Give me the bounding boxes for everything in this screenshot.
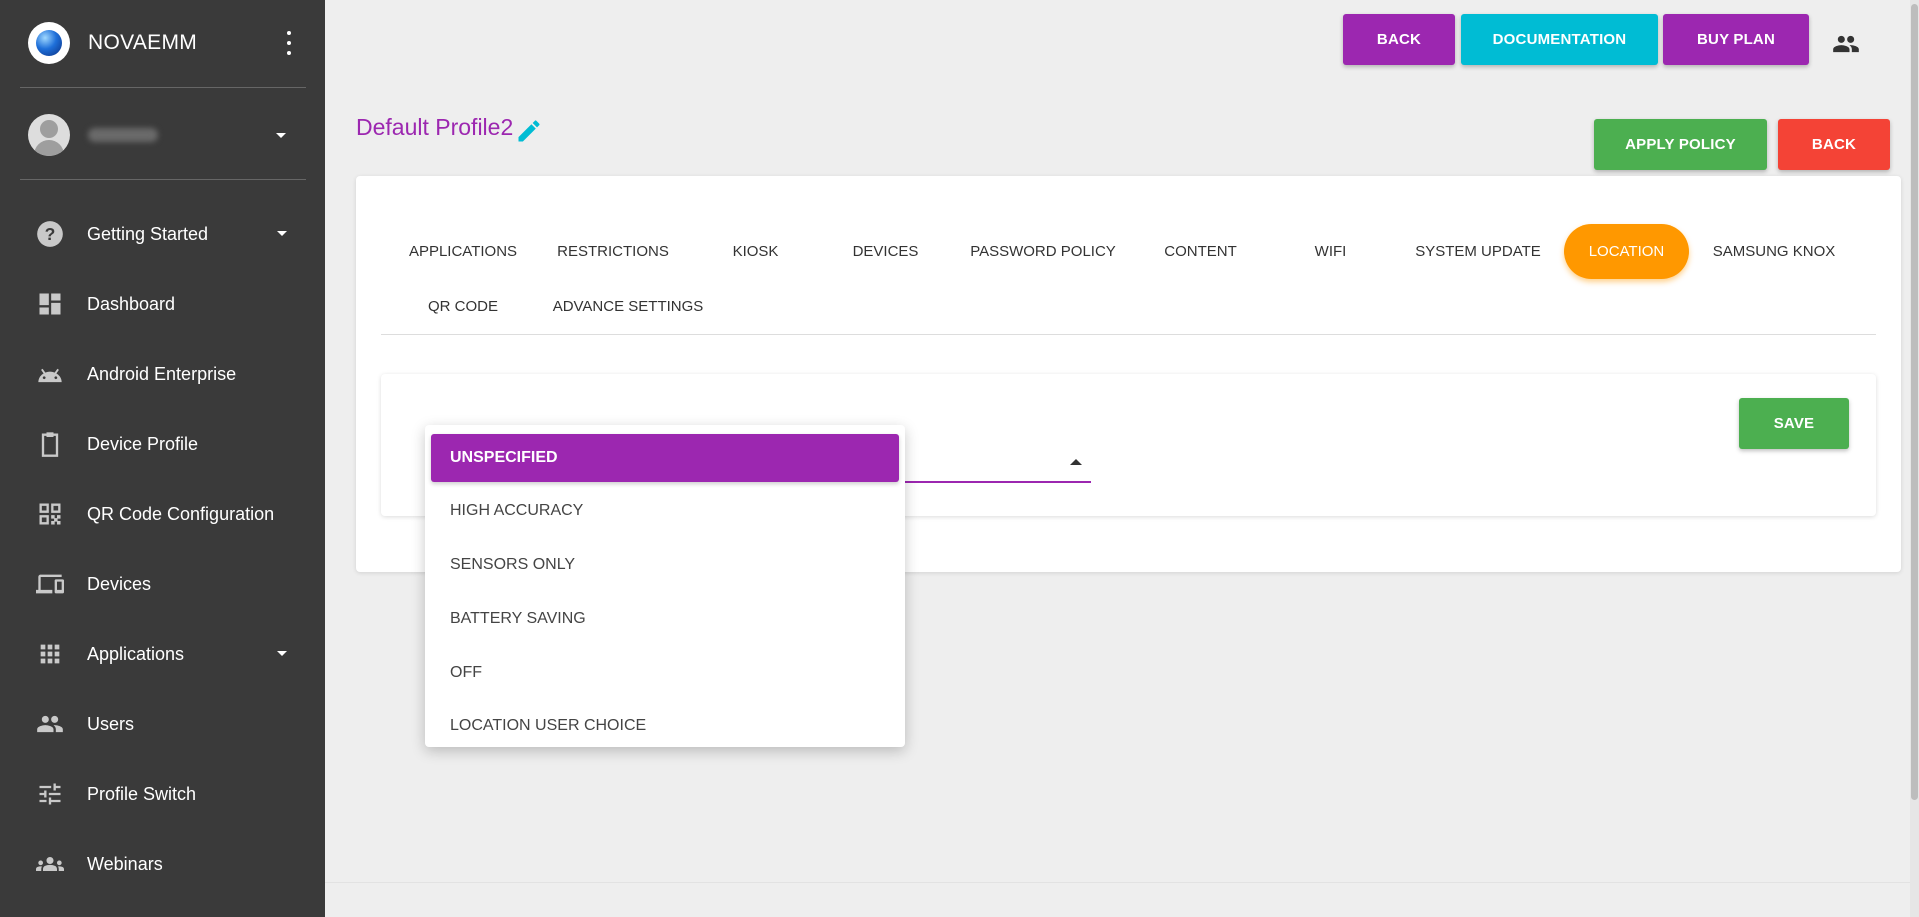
top-back-button[interactable]: BACK (1343, 14, 1455, 65)
sidebar-item-devices[interactable]: Devices (0, 549, 325, 619)
qr-code-icon (39, 503, 61, 525)
svg-text:?: ? (45, 224, 56, 244)
brand-name: NOVAEMM (88, 31, 198, 54)
tab-wifi[interactable]: WIFI (1268, 224, 1393, 279)
tabs-divider (381, 334, 1876, 335)
sidebar-item-label: Applications (87, 643, 185, 664)
sidebar-item-webinars[interactable]: Webinars (0, 829, 325, 899)
tab-samsung-knox[interactable]: SAMSUNG KNOX (1694, 224, 1854, 279)
brand: NOVAEMM (28, 20, 306, 66)
page-title: Default Profile2 (356, 114, 514, 140)
tab-applications[interactable]: APPLICATIONS (393, 224, 533, 279)
sidebar-item-label: Android Enterprise (87, 363, 237, 384)
sidebar-item-qr-code-configuration[interactable]: QR Code Configuration (0, 479, 325, 549)
location-mode-dropdown: UNSPECIFIED HIGH ACCURACY SENSORS ONLY B… (425, 425, 905, 747)
location-select-underline (905, 481, 1091, 483)
sidebar-item-label: Webinars (87, 853, 163, 874)
tab-content[interactable]: CONTENT (1138, 224, 1263, 279)
sidebar-item-label: QR Code Configuration (87, 503, 275, 524)
sidebar-item-profile-switch[interactable]: Profile Switch (0, 759, 325, 829)
documentation-button[interactable]: DOCUMENTATION (1461, 14, 1658, 65)
tab-password-policy[interactable]: PASSWORD POLICY (953, 224, 1133, 279)
sidebar-item-label: Getting Started (87, 223, 209, 244)
sidebar-item-label: Users (87, 713, 135, 734)
footer-divider (325, 882, 1910, 883)
brand-logo-icon (28, 22, 70, 64)
android-icon (38, 368, 62, 383)
sidebar-item-label: Devices (87, 573, 152, 594)
option-high-accuracy[interactable]: HIGH ACCURACY (425, 487, 905, 535)
apply-policy-button[interactable]: APPLY POLICY (1594, 119, 1767, 170)
edit-pencil-icon[interactable] (515, 117, 543, 145)
option-sensors-only[interactable]: SENSORS ONLY (425, 541, 905, 589)
sidebar-item-device-profile[interactable]: Device Profile (0, 409, 325, 479)
option-location-user-choice[interactable]: LOCATION USER CHOICE (425, 702, 905, 750)
tab-devices[interactable]: DEVICES (823, 224, 948, 279)
apps-grid-icon (40, 644, 60, 664)
tab-qr-code[interactable]: QR CODE (393, 279, 533, 334)
buy-plan-button[interactable]: BUY PLAN (1663, 14, 1809, 65)
tab-advance-settings[interactable]: ADVANCE SETTINGS (538, 279, 718, 334)
sidebar-item-label: Profile Switch (87, 783, 197, 804)
sidebar-nav: ? Getting Started Dashboard Android Enterpr… (0, 199, 325, 899)
help-circle-icon: ? (37, 221, 63, 247)
user-name-blurred (88, 128, 158, 142)
tab-kiosk[interactable]: KIOSK (693, 224, 818, 279)
sidebar-item-applications[interactable]: Applications (0, 619, 325, 689)
sidebar-divider (20, 87, 306, 88)
tab-location[interactable]: LOCATION (1564, 224, 1689, 279)
sidebar-item-getting-started[interactable]: ? Getting Started (0, 199, 325, 269)
option-battery-saving[interactable]: BATTERY SAVING (425, 595, 905, 643)
avatar (28, 114, 70, 156)
clipboard-icon (41, 432, 59, 457)
chevron-up-icon[interactable] (1070, 459, 1082, 465)
people-icon (37, 715, 63, 733)
sidebar-item-dashboard[interactable]: Dashboard (0, 269, 325, 339)
devices-icon (36, 574, 64, 594)
tab-restrictions[interactable]: RESTRICTIONS (538, 224, 688, 279)
option-unspecified[interactable]: UNSPECIFIED (431, 434, 899, 482)
tab-system-update[interactable]: SYSTEM UPDATE (1398, 224, 1558, 279)
chevron-down-icon (277, 651, 287, 656)
save-button[interactable]: SAVE (1739, 398, 1849, 449)
sidebar-item-label: Device Profile (87, 433, 199, 454)
people-icon[interactable] (1832, 30, 1860, 58)
groups-icon (36, 857, 64, 871)
option-off[interactable]: OFF (425, 649, 905, 697)
sidebar-item-users[interactable]: Users (0, 689, 325, 759)
profile-back-button[interactable]: BACK (1778, 119, 1890, 170)
scrollbar-thumb[interactable] (1911, 4, 1918, 800)
sidebar-item-android-enterprise[interactable]: Android Enterprise (0, 339, 325, 409)
chevron-down-icon (277, 231, 287, 236)
dashboard-icon (39, 293, 61, 315)
sidebar-divider (20, 179, 306, 180)
tune-icon (39, 783, 61, 805)
chevron-down-icon (276, 133, 286, 138)
more-vert-icon[interactable] (282, 31, 296, 55)
sidebar: NOVAEMM ? Getting Started Dashboard Android… (0, 0, 325, 917)
sidebar-item-label: Dashboard (87, 293, 176, 314)
user-menu[interactable] (28, 112, 306, 158)
